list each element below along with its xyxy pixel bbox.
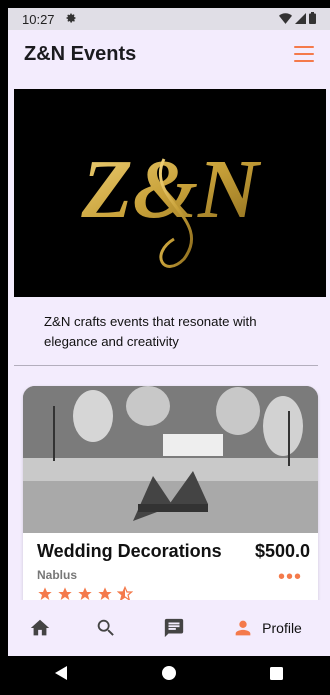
brand-banner: Z&N — [14, 89, 326, 297]
nav-profile-label: Profile — [262, 620, 302, 636]
status-bar: 10:27 — [8, 8, 330, 30]
more-options-icon[interactable]: ••• — [278, 567, 302, 587]
logo-text: Z&N — [80, 143, 262, 236]
home-icon — [30, 619, 50, 636]
menu-icon[interactable] — [294, 46, 314, 62]
section-divider — [14, 365, 318, 366]
app-title: Z&N Events — [24, 42, 137, 65]
app-bar: Z&N Events — [8, 30, 330, 78]
nav-search[interactable] — [72, 617, 140, 639]
event-location: Nablus — [37, 568, 78, 582]
status-time: 10:27 — [22, 11, 55, 27]
search-icon — [97, 619, 114, 636]
bottom-nav: Profile — [8, 600, 330, 656]
person-icon — [235, 620, 251, 636]
app-screen: Z&N Events Z&N Z&N crafts events that re… — [8, 30, 330, 656]
event-title: Wedding Decorations — [37, 541, 222, 561]
nav-home[interactable] — [8, 617, 72, 639]
settings-gear-icon — [65, 12, 77, 27]
nav-chat[interactable] — [140, 617, 208, 639]
home-circle-icon[interactable] — [162, 666, 177, 685]
recents-icon[interactable] — [270, 666, 284, 685]
cell-signal-icon — [295, 12, 306, 27]
wifi-icon — [279, 12, 292, 27]
event-price: $500.0 — [254, 541, 310, 561]
company-description: Z&N crafts events that resonate with ele… — [44, 314, 257, 349]
nav-profile[interactable]: Profile — [208, 617, 326, 639]
chat-icon — [164, 618, 184, 638]
back-icon[interactable] — [54, 666, 69, 685]
brand-logo: Z&N — [80, 143, 262, 268]
system-nav-bar — [8, 656, 330, 695]
battery-icon — [309, 11, 316, 27]
event-photo — [23, 386, 318, 533]
